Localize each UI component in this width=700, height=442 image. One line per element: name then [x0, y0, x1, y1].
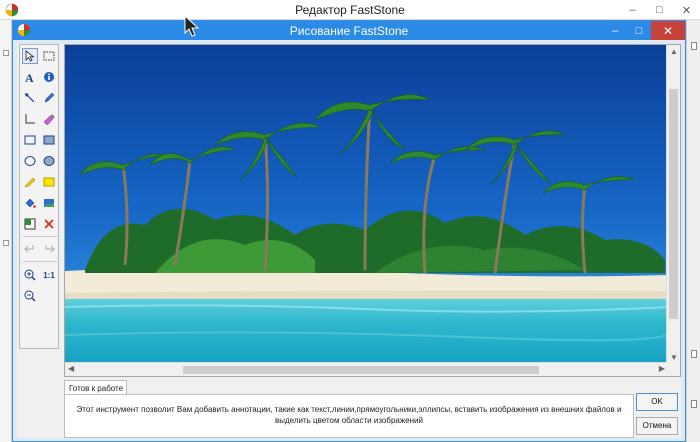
toolbox-separator — [23, 236, 57, 237]
dialog-minimize-button[interactable]: – — [603, 21, 627, 40]
toolbox-separator — [23, 261, 57, 262]
color-picker-icon[interactable] — [22, 216, 38, 232]
scroll-down-icon[interactable]: ▼ — [670, 353, 678, 362]
zoom-in-icon[interactable] — [22, 267, 38, 283]
scroll-right-icon[interactable]: ▶ — [659, 364, 665, 373]
svg-text:A: A — [25, 71, 34, 83]
vertical-scroll-thumb[interactable] — [669, 89, 678, 319]
image-canvas[interactable] — [65, 45, 668, 364]
dialog-titlebar: Рисование FastStone – □ ✕ — [13, 21, 685, 40]
strip-marker — [691, 350, 697, 358]
strip-marker — [691, 42, 697, 50]
arrow-line-icon[interactable] — [22, 90, 38, 106]
description-panel: Этот инструмент позволит Вам добавить ан… — [64, 394, 634, 438]
status-tab: Готов к работе — [64, 380, 127, 395]
strip-marker — [691, 400, 697, 408]
horizontal-scroll-thumb[interactable] — [183, 366, 539, 374]
filled-ellipse-icon[interactable] — [41, 153, 57, 169]
strip-marker — [3, 50, 9, 56]
outer-maximize-button[interactable]: □ — [646, 0, 673, 20]
dialog-close-button[interactable]: ✕ — [651, 21, 685, 40]
outer-close-button[interactable]: ✕ — [673, 0, 700, 20]
dialog-client-area: A 1:1 ▲ ▼ ◀ ▶ Готов к работе Этот инстру… — [17, 44, 681, 438]
rectangle-icon[interactable] — [22, 132, 38, 148]
dialog-title: Рисование FastStone — [289, 24, 409, 38]
scroll-left-icon[interactable]: ◀ — [68, 364, 74, 373]
scroll-corner — [666, 362, 680, 376]
outer-minimize-button[interactable]: – — [619, 0, 646, 20]
outer-window-title: Редактор FastStone — [295, 3, 405, 17]
fill-yellow-icon[interactable] — [41, 174, 57, 190]
redo-icon[interactable] — [41, 240, 57, 256]
select-arrow-icon[interactable] — [22, 48, 38, 64]
dialog-maximize-button[interactable]: □ — [627, 21, 651, 40]
insert-image-icon[interactable] — [41, 195, 57, 211]
delete-icon[interactable] — [41, 216, 57, 232]
description-text: Этот инструмент позволит Вам добавить ан… — [76, 405, 622, 425]
text-icon[interactable]: A — [22, 69, 38, 85]
undo-icon[interactable] — [22, 240, 38, 256]
drawing-dialog: Рисование FastStone – □ ✕ A 1:1 ▲ ▼ ◀ ▶ … — [12, 20, 686, 442]
cancel-button[interactable]: Отмена — [636, 417, 678, 435]
info-callout-icon[interactable] — [41, 69, 57, 85]
image-canvas-frame: ▲ ▼ ◀ ▶ — [64, 44, 681, 377]
outer-titlebar: Редактор FastStone – □ ✕ — [0, 0, 700, 20]
outer-right-strip — [686, 20, 700, 442]
line-icon[interactable] — [22, 111, 38, 127]
zoom-out-icon[interactable] — [22, 288, 38, 304]
horizontal-scrollbar[interactable]: ◀ ▶ — [65, 362, 668, 376]
mouse-cursor-icon — [184, 14, 200, 37]
filled-rectangle-icon[interactable] — [41, 132, 57, 148]
beach-photo — [65, 45, 668, 364]
highlighter-icon[interactable] — [41, 111, 57, 127]
ellipse-icon[interactable] — [22, 153, 38, 169]
pen-icon[interactable] — [41, 90, 57, 106]
strip-marker — [3, 240, 9, 246]
outer-left-strip — [0, 20, 12, 442]
scroll-up-icon[interactable]: ▲ — [670, 47, 678, 56]
zoom-actual-size-button[interactable]: 1:1 — [41, 267, 57, 283]
drawing-toolbox: A 1:1 — [19, 44, 59, 349]
paint-bucket-icon[interactable] — [22, 195, 38, 211]
marker-icon[interactable] — [22, 174, 38, 190]
vertical-scrollbar[interactable]: ▲ ▼ — [666, 45, 680, 364]
ok-button[interactable]: OK — [636, 393, 678, 411]
rect-select-icon[interactable] — [41, 48, 57, 64]
